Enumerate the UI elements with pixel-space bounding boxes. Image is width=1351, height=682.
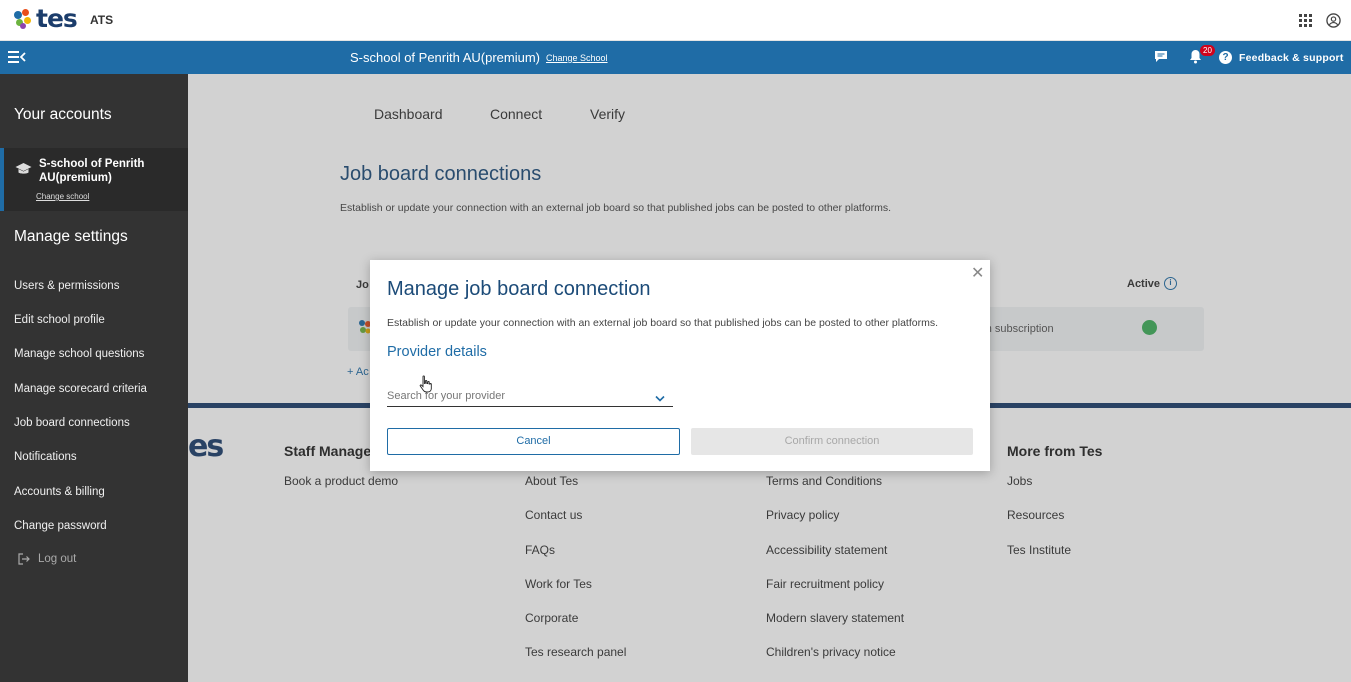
modal-title: Manage job board connection: [387, 278, 651, 300]
sidebar-item-notifications[interactable]: Notifications: [14, 451, 77, 463]
provider-search-placeholder: Search for your provider: [387, 390, 505, 402]
sidebar-item-scorecard-criteria[interactable]: Manage scorecard criteria: [14, 383, 147, 395]
current-account-card[interactable]: S-school of Penrith AU(premium) Change s…: [0, 148, 188, 211]
sidebar-item-change-password[interactable]: Change password: [14, 520, 107, 532]
logo-text: tes: [36, 4, 78, 33]
cancel-button[interactable]: Cancel: [387, 428, 680, 455]
apps-grid-icon[interactable]: [1299, 14, 1312, 27]
tes-globe-icon: [12, 7, 34, 31]
product-name: ATS: [90, 13, 114, 27]
menu-collapse-icon[interactable]: [8, 50, 26, 69]
close-icon[interactable]: ✕: [971, 263, 984, 283]
notification-count-badge: 20: [1200, 45, 1215, 56]
settings-sidebar: Your accounts S-school of Penrith AU(pre…: [0, 74, 188, 682]
modal-description: Establish or update your connection with…: [387, 317, 939, 329]
current-school-title: S-school of Penrith AU(premium): [350, 50, 541, 65]
confirm-connection-button[interactable]: Confirm connection: [691, 428, 973, 455]
sidebar-item-accounts-billing[interactable]: Accounts & billing: [14, 486, 105, 498]
feedback-support-link[interactable]: Feedback & support: [1239, 52, 1344, 64]
logout-button[interactable]: Log out: [18, 553, 76, 565]
your-accounts-heading: Your accounts: [14, 106, 112, 123]
sidebar-item-edit-school-profile[interactable]: Edit school profile: [14, 314, 105, 326]
provider-details-heading: Provider details: [387, 344, 487, 360]
logout-label: Log out: [38, 553, 77, 565]
manage-settings-heading: Manage settings: [14, 228, 128, 245]
user-account-icon[interactable]: [1326, 13, 1341, 33]
hand-cursor-icon: [419, 375, 433, 398]
messages-icon[interactable]: [1154, 50, 1168, 68]
top-bar: tes ATS: [0, 0, 1351, 41]
sidebar-change-school-link[interactable]: Change school: [36, 192, 89, 201]
help-icon[interactable]: ?: [1219, 51, 1232, 64]
account-name: S-school of Penrith AU(premium): [39, 158, 145, 184]
sidebar-item-job-board-connections[interactable]: Job board connections: [14, 417, 130, 429]
sidebar-item-users-permissions[interactable]: Users & permissions: [14, 280, 119, 292]
graduation-cap-icon: [15, 162, 32, 181]
logout-icon: [18, 553, 30, 565]
manage-connection-modal: ✕ Manage job board connection Establish …: [370, 260, 990, 471]
school-header: S-school of Penrith AU(premium) Change S…: [0, 41, 1351, 74]
change-school-link[interactable]: Change School: [546, 53, 608, 63]
chevron-down-icon: [655, 389, 665, 407]
sidebar-item-school-questions[interactable]: Manage school questions: [14, 348, 144, 360]
tes-logo[interactable]: tes: [12, 4, 78, 33]
